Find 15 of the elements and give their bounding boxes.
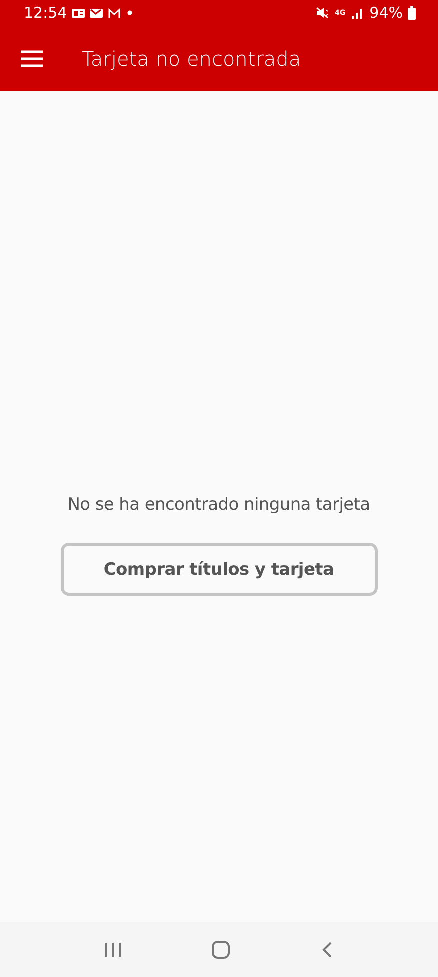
signal-icon: [350, 7, 365, 19]
menu-button[interactable]: [20, 50, 44, 68]
home-icon[interactable]: [210, 940, 231, 960]
dot-icon: [126, 9, 134, 17]
battery-icon: [408, 6, 416, 20]
buy-button[interactable]: Comprar títulos y tarjeta: [60, 543, 378, 596]
battery-percent: 94%: [370, 4, 403, 22]
recent-apps-icon[interactable]: [104, 940, 122, 958]
mail-app-icon: [72, 8, 86, 18]
menu-icon: [20, 50, 44, 68]
mute-icon: [316, 7, 330, 19]
clock: 12:54: [24, 4, 68, 22]
screen-title: Tarjeta no encontrada: [82, 46, 302, 70]
empty-message: No se ha encontrado ninguna tarjeta: [68, 495, 370, 515]
envelope-icon: [90, 8, 104, 18]
